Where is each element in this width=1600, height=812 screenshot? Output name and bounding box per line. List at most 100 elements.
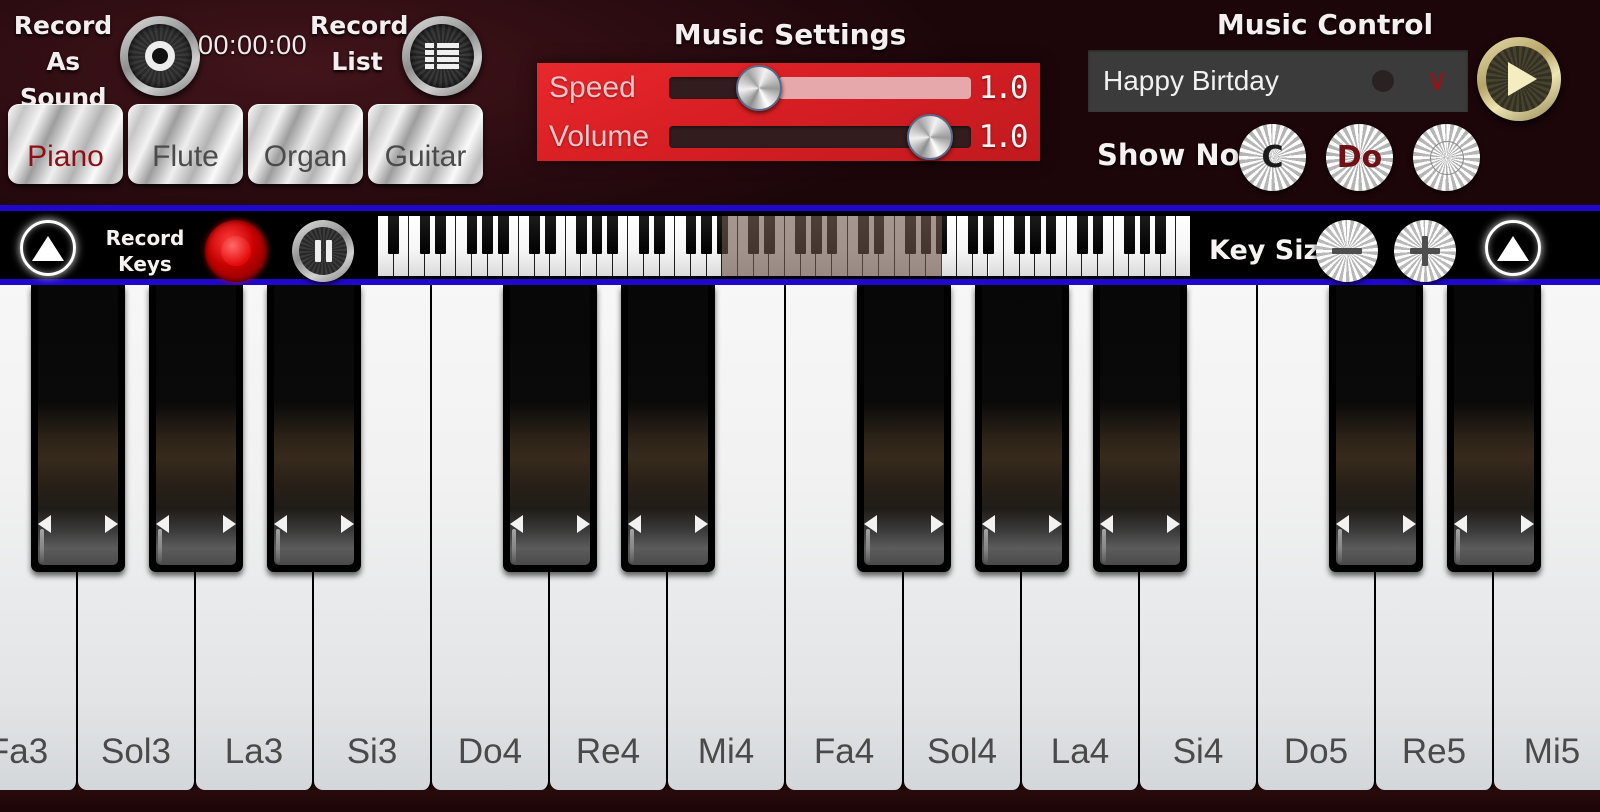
mini-black-key[interactable] <box>1092 216 1104 254</box>
note-mode-solfege-button[interactable]: Do <box>1326 124 1393 191</box>
instrument-selector: Piano Flute Organ Guitar <box>8 104 483 184</box>
mini-black-key[interactable] <box>466 216 478 254</box>
music-settings-panel: Speed 1.0 Volume 1.0 <box>537 63 1040 161</box>
record-as-sound-button[interactable] <box>120 16 200 96</box>
song-select-dropdown[interactable]: Happy Birtday ∨ <box>1088 50 1468 112</box>
mini-black-key[interactable] <box>638 216 650 254</box>
white-key-label: Mi4 <box>697 732 755 771</box>
mini-black-key[interactable] <box>497 216 509 254</box>
collapse-panel-right-button[interactable] <box>1485 220 1541 276</box>
collapse-panel-left-button[interactable] <box>20 220 76 276</box>
black-key[interactable] <box>503 285 597 572</box>
mini-black-key[interactable] <box>1155 216 1166 254</box>
instrument-label: Organ <box>263 140 348 173</box>
mini-black-key[interactable] <box>1077 216 1088 254</box>
black-key-notch-right <box>577 515 590 533</box>
volume-slider-value: 1.0 <box>978 118 1029 155</box>
chevron-down-icon[interactable]: ∨ <box>1420 66 1454 96</box>
black-key[interactable] <box>1447 285 1541 572</box>
instrument-button-organ[interactable]: Organ <box>248 104 363 184</box>
play-button[interactable] <box>1477 37 1561 121</box>
speed-slider-fill <box>777 77 971 99</box>
mini-black-key[interactable] <box>1124 216 1135 254</box>
black-key-face <box>1454 285 1534 565</box>
mini-black-key[interactable] <box>936 216 947 254</box>
volume-slider-handle[interactable] <box>907 114 954 160</box>
white-key-label: Re4 <box>575 732 641 771</box>
note-mode-off-button[interactable] <box>1413 124 1480 191</box>
mini-black-key[interactable] <box>388 216 399 254</box>
black-key-gloss <box>1102 529 1106 563</box>
mini-black-key[interactable] <box>795 216 806 254</box>
mini-black-key[interactable] <box>857 216 869 254</box>
mini-black-key[interactable] <box>904 216 916 254</box>
black-key[interactable] <box>1093 285 1187 572</box>
volume-slider-track-wrap[interactable] <box>669 112 971 161</box>
speed-slider-row: Speed 1.0 <box>537 63 1040 112</box>
mini-black-key[interactable] <box>826 216 838 254</box>
mini-black-key[interactable] <box>685 216 697 254</box>
black-key-face <box>510 285 590 565</box>
list-icon-glyph <box>425 43 459 69</box>
black-key[interactable] <box>857 285 951 572</box>
mini-black-key[interactable] <box>717 216 728 254</box>
mini-black-key[interactable] <box>482 216 493 254</box>
record-list-button[interactable] <box>402 16 482 96</box>
speed-slider-value: 1.0 <box>978 69 1029 106</box>
speed-slider-handle[interactable] <box>735 65 782 111</box>
music-settings-title: Music Settings <box>673 18 907 51</box>
black-key[interactable] <box>1329 285 1423 572</box>
black-key[interactable] <box>31 285 125 572</box>
record-disc-ring <box>145 41 175 71</box>
mini-black-key[interactable] <box>576 216 587 254</box>
mini-black-key[interactable] <box>591 216 603 254</box>
record-keys-button[interactable] <box>205 220 267 282</box>
key-size-increase-button[interactable] <box>1394 220 1456 282</box>
mini-black-key[interactable] <box>654 216 666 254</box>
mini-keyboard-navigator[interactable] <box>377 215 1191 277</box>
record-list-label: Record List <box>310 8 408 80</box>
mini-black-key[interactable] <box>764 216 775 254</box>
mini-black-key[interactable] <box>1139 216 1151 254</box>
mini-black-key[interactable] <box>419 216 431 254</box>
mini-black-key[interactable] <box>607 216 619 254</box>
mini-black-key[interactable] <box>920 216 932 254</box>
black-key[interactable] <box>975 285 1069 572</box>
mini-black-key[interactable] <box>529 216 540 254</box>
black-key[interactable] <box>267 285 361 572</box>
instrument-button-guitar[interactable]: Guitar <box>368 104 483 184</box>
mini-black-key[interactable] <box>544 216 556 254</box>
speed-slider-label: Speed <box>549 70 636 104</box>
instrument-button-piano[interactable]: Piano <box>8 104 123 184</box>
mini-black-key[interactable] <box>435 216 446 254</box>
black-key-notch-right <box>931 515 944 533</box>
white-key-label: Fa4 <box>813 732 875 771</box>
black-key[interactable] <box>149 285 243 572</box>
black-key-gloss <box>630 529 634 563</box>
black-key-gloss <box>984 529 988 563</box>
black-key-notch-right <box>1167 515 1180 533</box>
speed-slider-track-wrap[interactable] <box>669 63 971 112</box>
mini-black-key[interactable] <box>810 216 822 254</box>
pause-button[interactable] <box>292 220 354 282</box>
minus-icon <box>1332 248 1362 254</box>
mini-black-key[interactable] <box>1014 216 1026 254</box>
mini-black-key[interactable] <box>1045 216 1057 254</box>
mini-black-key[interactable] <box>983 216 994 254</box>
mini-black-key[interactable] <box>873 216 885 254</box>
instrument-button-flute[interactable]: Flute <box>128 104 243 184</box>
record-dot-icon <box>221 236 251 266</box>
mini-black-key[interactable] <box>701 216 713 254</box>
piano-app: Record As Sound 00:00:00 Record List Pia… <box>0 0 1600 812</box>
black-key[interactable] <box>621 285 715 572</box>
mini-black-key[interactable] <box>748 216 759 254</box>
black-key-gloss <box>1338 529 1342 563</box>
song-name-value: Happy Birtday <box>1103 65 1279 96</box>
note-mode-letters-button[interactable]: C <box>1239 124 1306 191</box>
mini-white-key[interactable] <box>1176 216 1190 276</box>
mini-black-key[interactable] <box>1030 216 1041 254</box>
mini-black-key[interactable] <box>967 216 979 254</box>
key-size-decrease-button[interactable] <box>1316 220 1378 282</box>
record-list-line2: List <box>331 47 383 76</box>
black-key-gloss <box>40 529 44 563</box>
